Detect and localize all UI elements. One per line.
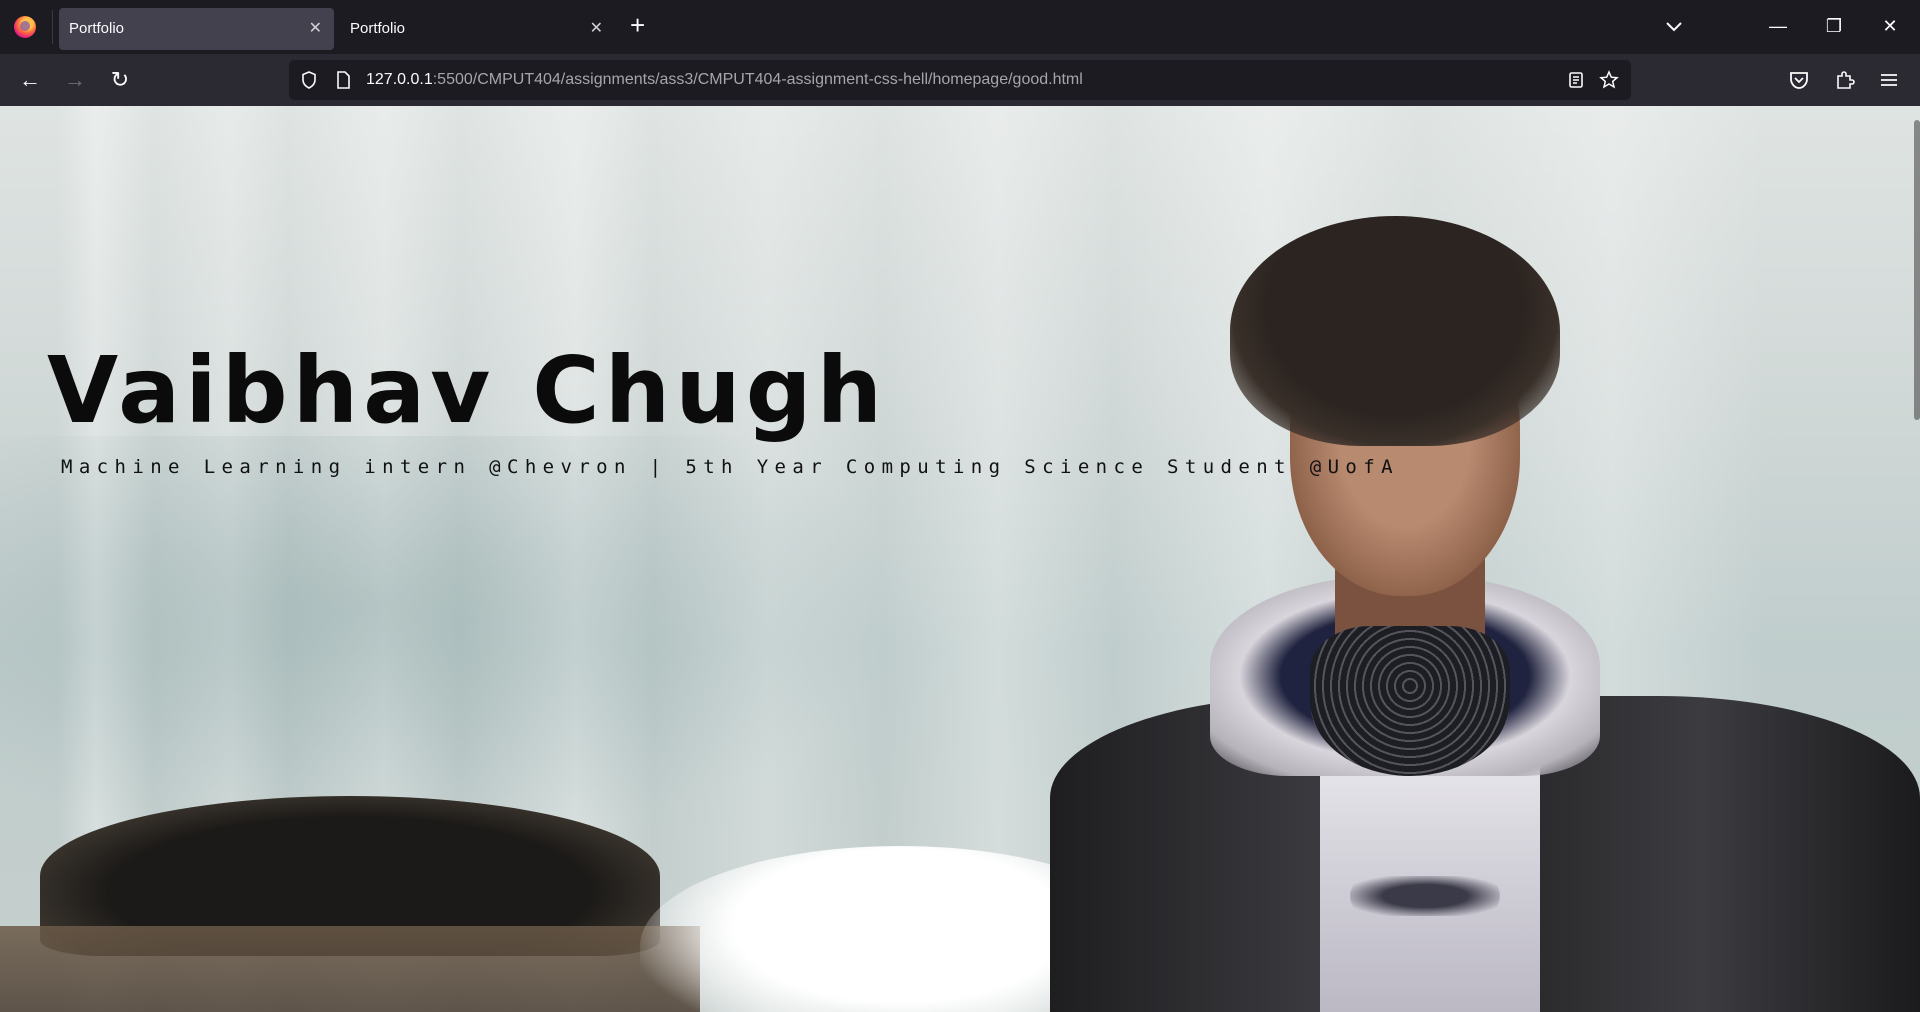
rocks [0, 926, 700, 1012]
close-window-icon[interactable]: ✕ [1878, 14, 1902, 38]
pocket-icon[interactable] [1787, 68, 1811, 92]
url-host: 127.0.0.1 [366, 71, 433, 88]
hero-text: Vaibhav Chugh Machine Learning intern @C… [47, 336, 1399, 478]
url-text[interactable]: 127.0.0.1:5500/CMPUT404/assignments/ass3… [366, 71, 1083, 89]
vertical-scrollbar[interactable] [1914, 120, 1920, 420]
navigation-toolbar: ← → ↻ 127.0.0.1:5500/CMPUT404/assignment… [0, 54, 1920, 106]
tab-bar: Portfolio ✕ Portfolio ✕ + — ❐ ✕ [0, 0, 1920, 54]
extensions-puzzle-icon[interactable] [1833, 68, 1857, 92]
portrait-photo [990, 176, 1920, 1012]
tab-portfolio-active[interactable]: Portfolio ✕ [59, 8, 334, 50]
page-info-icon[interactable] [333, 70, 353, 90]
menu-hamburger-icon[interactable] [1877, 68, 1901, 92]
tab-separator [52, 10, 53, 44]
minimize-window-icon[interactable]: — [1766, 14, 1790, 38]
page-viewport[interactable]: Vaibhav Chugh Machine Learning intern @C… [0, 106, 1920, 1012]
forward-arrow-icon[interactable]: → [61, 66, 89, 94]
back-arrow-icon[interactable]: ← [16, 66, 44, 94]
url-path: :5500/CMPUT404/assignments/ass3/CMPUT404… [432, 71, 1083, 88]
ice-wall-shading [0, 436, 900, 856]
hero-name: Vaibhav Chugh [47, 337, 888, 444]
hero-subtitle: Machine Learning intern @Chevron | 5th Y… [61, 456, 1399, 478]
firefox-logo-icon[interactable] [14, 16, 36, 38]
bookmark-star-icon[interactable] [1599, 70, 1619, 90]
new-tab-icon[interactable]: + [630, 12, 645, 38]
address-bar[interactable]: 127.0.0.1:5500/CMPUT404/assignments/ass3… [289, 60, 1631, 100]
close-tab-icon[interactable]: ✕ [590, 18, 603, 38]
tab-title: Portfolio [350, 20, 406, 37]
restore-window-icon[interactable]: ❐ [1822, 14, 1846, 38]
close-tab-icon[interactable]: ✕ [309, 18, 322, 38]
shirt-print [1350, 876, 1500, 916]
reader-view-icon[interactable] [1566, 70, 1586, 90]
tab-portfolio[interactable]: Portfolio ✕ [340, 8, 615, 50]
shield-icon[interactable] [299, 70, 319, 90]
reload-icon[interactable]: ↻ [106, 66, 134, 94]
tab-title: Portfolio [69, 20, 125, 37]
bandana [1310, 626, 1510, 776]
list-all-tabs-chevron-down-icon[interactable] [1662, 14, 1686, 38]
